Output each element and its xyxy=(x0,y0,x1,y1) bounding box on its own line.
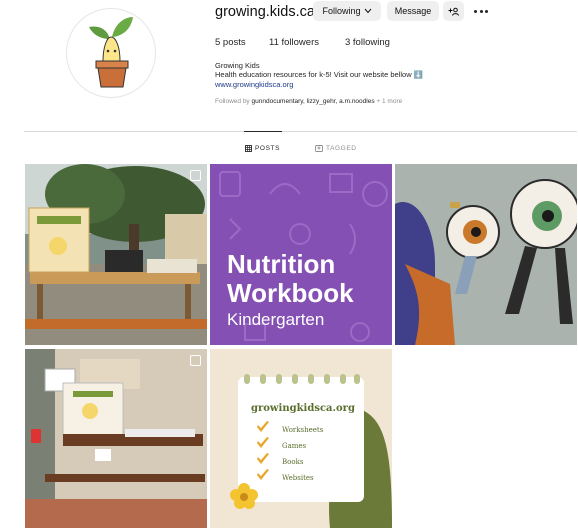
multi-photo-icon xyxy=(190,170,201,181)
card-item-books: Books xyxy=(282,458,304,466)
post-image xyxy=(395,164,577,345)
following-button-label: Following xyxy=(322,6,361,16)
tab-posts-label: POSTS xyxy=(255,145,281,152)
dot-icon xyxy=(474,9,477,13)
more-options-button[interactable] xyxy=(470,4,492,18)
post-image xyxy=(25,164,207,345)
followed-by[interactable]: Followed by gunndocumentary, lizzy_gehr,… xyxy=(215,98,402,105)
dot-icon xyxy=(479,9,483,13)
active-tab-indicator xyxy=(244,131,282,132)
card-item-websites: Websites xyxy=(282,474,314,482)
workbook-title-line1: Nutrition xyxy=(227,249,336,279)
profile-avatar[interactable] xyxy=(66,8,156,98)
multi-photo-icon xyxy=(190,355,201,366)
following-button[interactable]: Following xyxy=(313,1,381,21)
post-nutrition-workbook[interactable]: Nutrition Workbook Kindergarten xyxy=(210,164,392,345)
card-item-games: Games xyxy=(282,442,307,450)
tab-posts[interactable]: POSTS xyxy=(245,145,280,152)
followed-by-more: + 1 more xyxy=(374,98,403,105)
card-background xyxy=(210,349,392,528)
profile-username: growing.kids.ca xyxy=(215,4,315,20)
dot-icon xyxy=(485,9,488,13)
add-user-icon xyxy=(448,7,459,16)
post-booth-photo[interactable] xyxy=(25,164,207,345)
chevron-down-icon xyxy=(364,8,371,14)
followers-count[interactable]: 11 followers xyxy=(269,37,319,48)
posts-count: 5 posts xyxy=(215,37,246,48)
tag-icon xyxy=(315,145,323,152)
add-user-button[interactable] xyxy=(443,1,464,21)
workbook-title-line2: Workbook xyxy=(227,278,354,308)
bio-text: Health education resources for k-5! Visi… xyxy=(215,70,424,79)
followed-by-users: gunndocumentary, lizzy_gehr, a.m.noodles xyxy=(251,98,375,105)
message-button[interactable]: Message xyxy=(387,1,439,21)
tab-tagged[interactable]: TAGGED xyxy=(315,145,357,152)
post-website-card[interactable]: growingkidsca.org Worksheets Games Books… xyxy=(210,349,392,528)
card-website-title: growingkidsca.org xyxy=(251,403,355,414)
following-count[interactable]: 3 following xyxy=(345,37,390,48)
tab-tagged-label: TAGGED xyxy=(326,145,357,152)
growing-kids-logo xyxy=(89,17,133,88)
bio-website-link[interactable]: www.growingkidsca.org xyxy=(215,80,293,89)
workbook-subtitle: Kindergarten xyxy=(227,310,325,329)
post-indoor-booth-photo[interactable] xyxy=(25,349,207,528)
grid-icon xyxy=(245,145,252,152)
message-button-label: Message xyxy=(394,6,432,16)
post-image xyxy=(25,349,207,528)
card-item-worksheets: Worksheets xyxy=(282,426,324,434)
tabs-divider xyxy=(24,131,577,132)
followed-by-prefix: Followed by xyxy=(215,98,252,105)
post-cartoon-eyes[interactable] xyxy=(395,164,577,345)
bio-name: Growing Kids xyxy=(215,61,260,70)
